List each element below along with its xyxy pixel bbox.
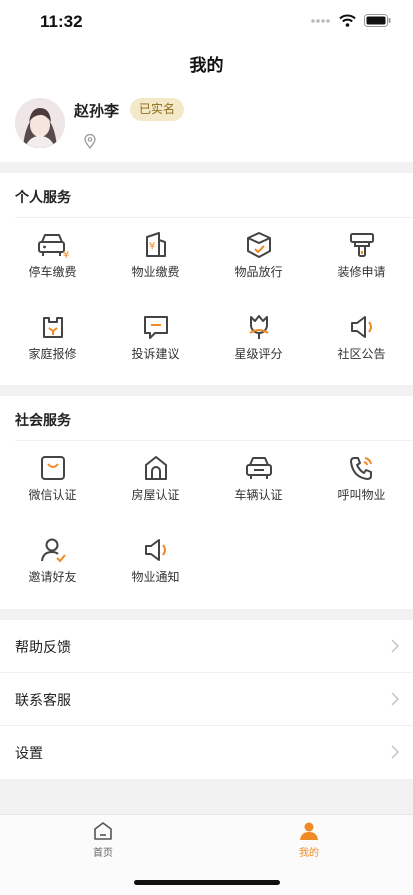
service-community-notice[interactable]: 社区公告 [310, 313, 413, 377]
service-label: 车辆认证 [234, 488, 283, 502]
chevron-right-icon [391, 639, 399, 653]
personal-services-section: 个人服务 ¥ 停车缴费 ¥ 物业缴费 物品放行 装修申请 家庭报修 投诉建议 星… [0, 173, 413, 385]
car-fee-icon: ¥ [37, 234, 69, 259]
megaphone-icon [350, 316, 372, 338]
social-services-section: 社会服务 微信认证 房屋认证 车辆认证 呼叫物业 邀请好友 物业通知 [0, 396, 413, 609]
list-item-label: 设置 [15, 746, 43, 762]
list-item-help-feedback[interactable]: 帮助反馈 [0, 620, 413, 673]
svg-text:¥: ¥ [63, 250, 69, 259]
service-label: 邀请好友 [28, 570, 77, 584]
complaint-message-icon [143, 316, 168, 339]
chevron-right-icon [391, 745, 399, 759]
wechat-bag-icon [40, 456, 65, 480]
page-title: 我的 [189, 56, 224, 76]
battery-icon [364, 14, 391, 27]
service-invite-friends[interactable]: 邀请好友 [1, 536, 104, 600]
home-repair-icon [42, 317, 63, 338]
flower-rating-icon [248, 315, 269, 339]
service-label: 物品放行 [234, 265, 283, 279]
service-wechat-auth[interactable]: 微信认证 [1, 454, 104, 518]
car-icon [245, 457, 272, 479]
package-release-icon [246, 232, 271, 258]
user-profile-icon [300, 822, 318, 840]
location-pin-icon[interactable] [84, 134, 96, 149]
service-label: 家庭报修 [28, 347, 77, 361]
service-label: 停车缴费 [28, 265, 77, 279]
service-star-rating[interactable]: 星级评分 [207, 313, 310, 377]
svg-text:¥: ¥ [149, 241, 155, 252]
service-property-fee[interactable]: ¥ 物业缴费 [104, 231, 207, 295]
paint-brush-icon [349, 233, 374, 257]
verified-badge: 已实名 [130, 98, 185, 121]
section-title: 个人服务 [15, 190, 71, 206]
service-parking-fee[interactable]: ¥ 停车缴费 [1, 231, 104, 295]
section-title: 社会服务 [15, 413, 71, 429]
service-call-property[interactable]: 呼叫物业 [310, 454, 413, 518]
service-label: 星级评分 [234, 347, 283, 361]
service-label: 房屋认证 [131, 488, 180, 502]
list-item-contact-service[interactable]: 联系客服 [0, 673, 413, 726]
service-complaint[interactable]: 投诉建议 [104, 313, 207, 377]
tab-home[interactable]: 首页 [53, 821, 153, 859]
service-home-repair[interactable]: 家庭报修 [1, 313, 104, 377]
service-property-notice[interactable]: 物业通知 [104, 536, 207, 600]
service-label: 呼叫物业 [337, 488, 386, 502]
divider [15, 440, 413, 441]
service-label: 物业缴费 [131, 265, 180, 279]
service-item-release[interactable]: 物品放行 [207, 231, 310, 295]
settings-list: 帮助反馈 联系客服 设置 [0, 620, 413, 779]
signal-icon [311, 18, 330, 23]
invite-user-icon [40, 538, 66, 563]
status-bar: 11:32 [0, 0, 413, 46]
status-icons [311, 14, 391, 27]
profile-header[interactable]: 赵孙李 已实名 [0, 90, 413, 162]
chevron-right-icon [391, 692, 399, 706]
list-item-label: 帮助反馈 [15, 640, 71, 656]
service-label: 社区公告 [337, 347, 386, 361]
list-item-settings[interactable]: 设置 [0, 726, 413, 779]
notice-megaphone-icon [144, 539, 166, 561]
home-indicator [134, 880, 280, 885]
avatar[interactable] [15, 98, 65, 148]
service-vehicle-auth[interactable]: 车辆认证 [207, 454, 310, 518]
tab-label: 首页 [93, 848, 113, 859]
house-icon [144, 456, 167, 480]
service-label: 投诉建议 [131, 347, 180, 361]
service-label: 装修申请 [337, 265, 386, 279]
service-renovation[interactable]: 装修申请 [310, 231, 413, 295]
service-label: 微信认证 [28, 488, 77, 502]
property-fee-icon: ¥ [145, 232, 166, 257]
nav-bar: 我的 [0, 46, 413, 90]
user-name: 赵孙李 [74, 102, 120, 120]
divider [15, 217, 413, 218]
home-icon [94, 822, 112, 840]
tab-label: 我的 [299, 848, 319, 859]
service-house-auth[interactable]: 房屋认证 [104, 454, 207, 518]
service-label: 物业通知 [131, 570, 180, 584]
wifi-icon [339, 14, 356, 27]
list-item-label: 联系客服 [15, 693, 71, 709]
status-time: 11:32 [40, 12, 83, 31]
tab-mine[interactable]: 我的 [259, 821, 359, 859]
phone-call-icon [349, 457, 372, 480]
